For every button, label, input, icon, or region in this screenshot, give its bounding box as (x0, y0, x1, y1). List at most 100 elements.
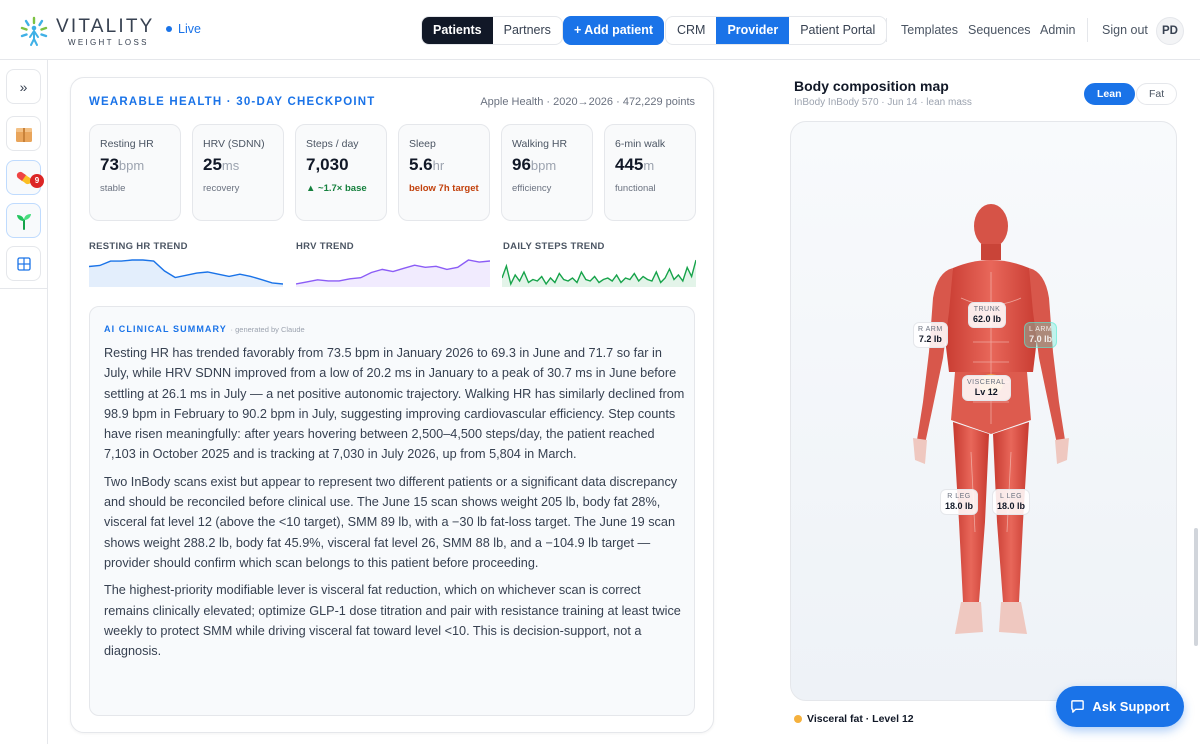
ai-clinical-summary: AI CLINICAL SUMMARY · generated by Claud… (89, 306, 695, 716)
metric-note: recovery (203, 183, 240, 194)
metric-label: HRV (SDNN) (203, 138, 265, 150)
top-bar: VITALITY WEIGHT LOSS Live Patients Partn… (0, 0, 1200, 60)
visceral-fat-legend: Visceral fat · Level 12 (794, 713, 914, 725)
tab-patients[interactable]: Patients (422, 17, 493, 44)
sparkline-area (89, 260, 283, 287)
metric-number: 73 (100, 155, 119, 174)
sequences-link[interactable]: Sequences (968, 23, 1031, 37)
metric-note: efficiency (512, 183, 552, 194)
metric-value: 96bpm (512, 155, 556, 175)
metric-note: stable (100, 183, 126, 194)
metric-value: 73bpm (100, 155, 144, 175)
summary-title: AI CLINICAL SUMMARY · generated by Claud… (104, 324, 305, 334)
muscle-body-figure (913, 204, 1069, 634)
hrv-sparkline (296, 259, 490, 287)
region-value: 7.0 lb (1029, 334, 1053, 344)
live-dot-icon (166, 26, 172, 32)
notification-badge: 9 (30, 174, 44, 188)
region-label: L ARM (1029, 326, 1053, 333)
metric-steps[interactable]: Steps / day 7,030 ▲ ~1.7× base (295, 124, 387, 221)
vitality-logo-icon[interactable] (16, 14, 52, 50)
metric-resting-hr[interactable]: Resting HR 73bpm stable (89, 124, 181, 221)
region-value: 62.0 lb (973, 314, 1002, 324)
metric-unit: bpm (118, 158, 145, 173)
region-value: 18.0 lb (945, 501, 974, 511)
mode-tabs: CRM Provider Patient Portal (665, 16, 888, 45)
metric-value: 7,030 (306, 155, 349, 175)
metric-value: 445m (615, 155, 654, 175)
region-tag-visceral[interactable]: VISCERAL Lv 12 (962, 375, 1011, 401)
body-composition-map[interactable]: TRUNK 62.0 lb R ARM 7.2 lb L ARM 7.0 lb … (790, 121, 1177, 701)
daily-steps-trend-label: DAILY STEPS TREND (503, 241, 605, 252)
body-composition-title: Body composition map (794, 78, 949, 94)
legend-label: Visceral fat · Level 12 (807, 713, 914, 725)
ask-support-button[interactable]: Ask Support (1056, 686, 1184, 727)
metric-number: 7,030 (306, 155, 349, 174)
metric-sleep[interactable]: Sleep 5.6hr below 7h target (398, 124, 490, 221)
summary-paragraph: The highest-priority modifiable lever is… (104, 583, 681, 659)
daily-steps-sparkline (502, 259, 696, 287)
brand-tagline: WEIGHT LOSS (68, 38, 149, 47)
lean-toggle[interactable]: Lean (1084, 83, 1135, 105)
region-label: TRUNK (973, 306, 1001, 313)
summary-paragraph: Two InBody scans exist but appear to rep… (104, 474, 678, 570)
ask-support-label: Ask Support (1092, 699, 1170, 714)
apps-button[interactable] (6, 246, 41, 281)
metric-unit: ms (221, 158, 240, 173)
tab-crm[interactable]: CRM (666, 17, 716, 44)
metric-note: below 7h target (409, 183, 479, 194)
metric-label: Resting HR (100, 138, 154, 150)
live-status: Live (166, 22, 201, 36)
region-tag-left-arm[interactable]: L ARM 7.0 lb (1024, 322, 1058, 348)
metric-note: functional (615, 183, 656, 194)
wellness-button[interactable] (6, 203, 41, 238)
page-scrollbar[interactable] (1194, 528, 1198, 646)
chat-bubble-icon (1071, 700, 1085, 713)
region-value: 7.2 lb (918, 334, 942, 344)
region-tag-trunk[interactable]: TRUNK 62.0 lb (968, 302, 1007, 328)
metric-note: ▲ ~1.7× base (306, 183, 367, 194)
region-label: R LEG (947, 493, 971, 500)
metric-number: 96 (512, 155, 531, 174)
region-tag-right-leg[interactable]: R LEG 18.0 lb (940, 489, 979, 515)
avatar[interactable]: PD (1156, 17, 1184, 45)
sprout-icon (16, 213, 31, 230)
region-tag-left-leg[interactable]: L LEG 18.0 lb (992, 489, 1031, 515)
tab-provider[interactable]: Provider (716, 17, 790, 44)
metric-value: 5.6hr (409, 155, 444, 175)
region-tag-right-arm[interactable]: R ARM 7.2 lb (913, 322, 948, 348)
divider (1087, 18, 1088, 42)
region-label: L LEG (999, 493, 1023, 500)
metric-label: Sleep (409, 138, 436, 150)
region-label: R ARM (918, 326, 943, 333)
summary-body: Resting HR has trended favorably from 73… (104, 343, 686, 668)
visceral-dot-icon (794, 715, 802, 723)
add-patient-button[interactable]: + Add patient (563, 16, 665, 45)
sign-out-link[interactable]: Sign out (1102, 23, 1148, 37)
metric-label: Steps / day (306, 138, 359, 150)
expand-rail-button[interactable]: » (6, 69, 41, 104)
chevrons-right-icon: » (19, 78, 28, 95)
summary-paragraph: Resting HR has trended favorably from 73… (104, 346, 685, 462)
metric-unit: bpm (530, 158, 557, 173)
orders-button[interactable] (6, 116, 41, 151)
tab-partners[interactable]: Partners (493, 17, 562, 44)
templates-link[interactable]: Templates (901, 23, 958, 37)
hrv-trend-label: HRV TREND (296, 241, 354, 252)
fat-toggle[interactable]: Fat (1136, 83, 1178, 105)
metric-value: 25ms (203, 155, 239, 175)
card-title: WEARABLE HEALTH · 30-DAY CHECKPOINT (89, 96, 376, 108)
wearable-health-card: WEARABLE HEALTH · 30-DAY CHECKPOINT Appl… (70, 77, 714, 733)
metric-number: 25 (203, 155, 222, 174)
rail-divider (0, 288, 48, 289)
admin-link[interactable]: Admin (1040, 23, 1075, 37)
metric-six-min-walk[interactable]: 6-min walk 445m functional (604, 124, 696, 221)
sparkline-area (296, 260, 490, 287)
metric-walking-hr[interactable]: Walking HR 96bpm efficiency (501, 124, 593, 221)
resting-hr-sparkline (89, 259, 283, 287)
summary-heading: AI CLINICAL SUMMARY (104, 324, 227, 334)
view-tabs: Patients Partners (421, 16, 563, 45)
metric-hrv[interactable]: HRV (SDNN) 25ms recovery (192, 124, 284, 221)
body-composition-subtitle: InBody InBody 570 · Jun 14 · lean mass (794, 97, 972, 108)
tab-patient-portal[interactable]: Patient Portal (789, 17, 886, 44)
